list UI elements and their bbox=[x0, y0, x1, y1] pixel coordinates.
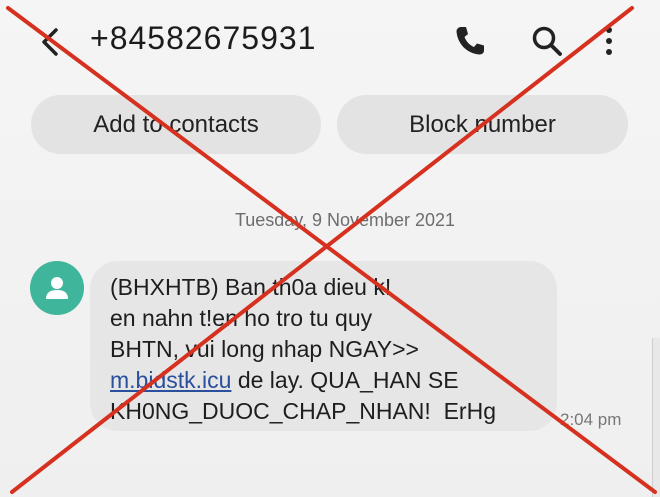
message-line: en nahn t!en ho tro tu quy bbox=[110, 305, 373, 331]
message-line: m.bidstk.icu de lay. QUA_HAN SE bbox=[110, 365, 496, 396]
contact-number-title: +84582675931 bbox=[90, 20, 317, 56]
date-separator: Tuesday, 9 November 2021 bbox=[234, 210, 456, 230]
message-link[interactable]: m.bidstk.icu bbox=[110, 367, 231, 393]
message-line: (BHXHTB) Ban th0a dieu k! bbox=[110, 274, 392, 300]
message-timestamp: 2:04 pm bbox=[560, 410, 622, 429]
messaging-screen: +84582675931 Add to contacts Block numbe… bbox=[0, 0, 660, 497]
person-icon bbox=[46, 277, 68, 299]
avatar[interactable] bbox=[30, 261, 84, 315]
add-to-contacts-button[interactable]: Add to contacts bbox=[31, 95, 321, 154]
conversation-header: +84582675931 bbox=[0, 0, 660, 85]
message-line: BHTN, vui long nhap NGAY>> bbox=[110, 336, 419, 362]
back-arrow-icon[interactable] bbox=[30, 22, 70, 62]
search-icon[interactable] bbox=[529, 23, 565, 59]
message-line: KH0NG_DUOC_CHAP_NHAN! ErHg bbox=[110, 398, 496, 424]
message-line-rest: de lay. QUA_HAN SE bbox=[231, 367, 459, 393]
phone-icon[interactable] bbox=[452, 23, 488, 59]
more-vert-icon[interactable] bbox=[597, 23, 621, 59]
message-text: (BHXHTB) Ban th0a dieu k! en nahn t!en h… bbox=[110, 272, 496, 427]
block-number-button[interactable]: Block number bbox=[337, 95, 628, 154]
scrollbar[interactable] bbox=[652, 338, 660, 497]
message-bubble[interactable]: (BHXHTB) Ban th0a dieu k! en nahn t!en h… bbox=[90, 261, 557, 431]
